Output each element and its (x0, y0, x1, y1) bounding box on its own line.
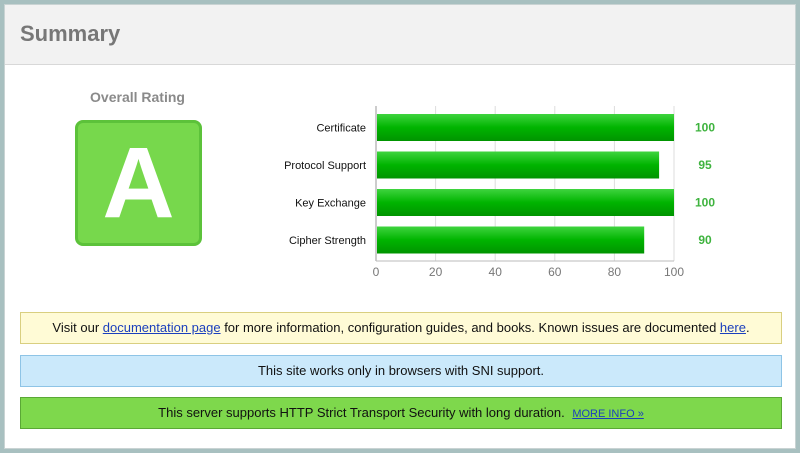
bar (377, 114, 674, 141)
x-tick-label: 40 (489, 265, 503, 279)
value-label: 100 (695, 121, 715, 135)
documentation-page-link[interactable]: documentation page (103, 320, 221, 335)
docs-middle: for more information, configuration guid… (220, 320, 720, 335)
x-tick-label: 20 (429, 265, 443, 279)
documentation-notice: Visit our documentation page for more in… (20, 312, 782, 344)
bar (377, 226, 645, 254)
hsts-text: This server supports HTTP Strict Transpo… (158, 405, 565, 420)
bar (377, 189, 674, 216)
rating-bar-chart: 0 20 40 60 80 100 Certificate 100 Protocol Suppo… (284, 106, 715, 279)
category-label: Cipher Strength (289, 235, 366, 247)
x-tick-label: 60 (548, 265, 562, 279)
value-label: 95 (698, 158, 712, 172)
docs-prefix: Visit our (52, 320, 103, 335)
known-issues-link[interactable]: here (720, 320, 746, 335)
more-info-link[interactable]: MORE INFO » (572, 408, 644, 420)
x-tick-label: 0 (373, 265, 380, 279)
hsts-notice: This server supports HTTP Strict Transpo… (20, 397, 782, 429)
sni-text: This site works only in browsers with SN… (257, 363, 545, 378)
summary-panel: Summary Overall Rating A 0 20 40 60 80 100 Cer… (4, 4, 796, 449)
category-label: Key Exchange (295, 198, 366, 210)
docs-suffix: . (745, 320, 750, 335)
value-label: 90 (698, 233, 712, 247)
bar (377, 151, 660, 179)
x-tick-label: 100 (664, 265, 684, 279)
value-label: 100 (695, 196, 715, 210)
category-label: Protocol Support (284, 160, 366, 172)
x-tick-label: 80 (608, 265, 622, 279)
category-label: Certificate (316, 123, 366, 135)
sni-notice: This site works only in browsers with SN… (20, 355, 782, 387)
